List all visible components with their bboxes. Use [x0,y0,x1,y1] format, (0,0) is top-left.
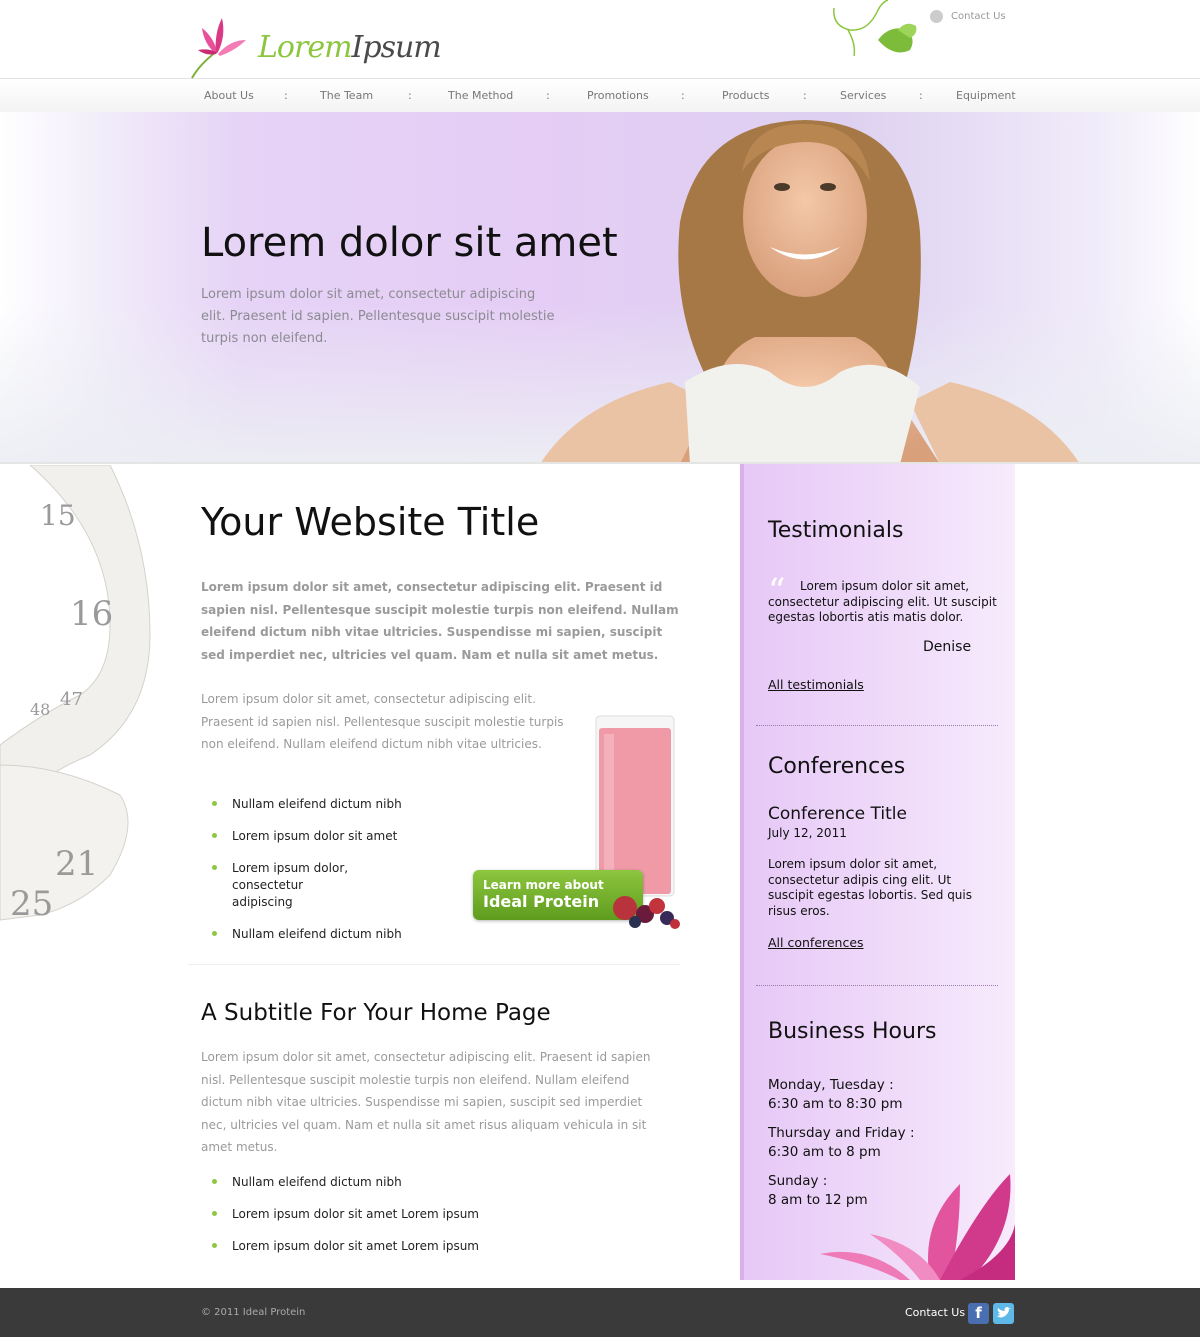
hours-row: Thursday and Friday : 6:30 am to 8 pm [768,1124,915,1162]
hours-row: Monday, Tuesday : 6:30 am to 8:30 pm [768,1076,903,1114]
contact-us-link[interactable]: Contact Us [930,10,1006,23]
contact-us-label: Contact Us [951,11,1006,22]
hero-title: Lorem dolor sit amet [201,220,618,266]
page-title: Your Website Title [201,500,540,544]
nav-separator: : [681,89,685,102]
logo-text: LoremIpsum [258,30,442,65]
facebook-icon[interactable]: f [968,1303,989,1324]
svg-text:47: 47 [60,689,83,710]
nav-item-the-method[interactable]: The Method [448,89,513,102]
sidebar-divider [756,725,998,726]
nav-item-about-us[interactable]: About Us [204,89,254,102]
svg-text:16: 16 [70,594,113,634]
hours-time: 6:30 am to 8:30 pm [768,1096,903,1112]
pink-flower-decoration [820,1174,1015,1280]
logo[interactable]: LoremIpsum [186,14,446,80]
list-item: Lorem ipsum dolor, consectetur adipiscin… [212,860,352,911]
list-item: Lorem ipsum dolor sit amet Lorem ipsum [212,1206,479,1223]
hero-banner: Lorem dolor sit amet Lorem ipsum dolor s… [0,112,1200,464]
testimonial-author: Denise [923,639,972,655]
business-hours-heading: Business Hours [768,1019,937,1044]
nav-item-promotions[interactable]: Promotions [587,89,649,102]
hero-woman-photo [541,120,1079,462]
list-item: Nullam eleifend dictum nibh [212,926,402,943]
nav-separator: : [408,89,412,102]
nav-item-equipment[interactable]: Equipment [956,89,1016,102]
conference-text: Lorem ipsum dolor sit amet, consectetur … [768,857,972,918]
hours-days: Monday, Tuesday : [768,1077,894,1093]
nav-item-services[interactable]: Services [840,89,886,102]
svg-text:15: 15 [40,499,76,532]
conference-title: Conference Title [768,804,907,824]
nav-separator: : [546,89,550,102]
all-conferences-link[interactable]: All conferences [768,935,864,950]
hours-days: Thursday and Friday : [768,1125,915,1141]
secondary-list: Nullam eleifend dictum nibh Lorem ipsum … [212,1174,479,1270]
contact-icon [930,10,943,23]
nav-separator: : [803,89,807,102]
sidebar: Testimonials “ Lorem ipsum dolor sit ame… [740,464,1015,1280]
conferences-heading: Conferences [768,754,906,779]
main-nav: About Us : The Team : The Method : Promo… [0,80,1200,112]
feature-list: Nullam eleifend dictum nibh Lorem ipsum … [212,796,402,943]
header: LoremIpsum Contact Us [0,0,1200,79]
testimonial-quote: Lorem ipsum dolor sit amet, consectetur … [768,579,997,624]
list-item: Lorem ipsum dolor sit amet [212,828,402,845]
berries-image [613,896,680,929]
all-testimonials-link[interactable]: All testimonials [768,677,864,692]
list-item: Lorem ipsum dolor sit amet Lorem ipsum [212,1238,479,1255]
list-item: Nullam eleifend dictum nibh [212,796,402,813]
copyright-text: © 2011 Ideal Protein [201,1307,306,1318]
hero-text: Lorem ipsum dolor sit amet, consectetur … [201,287,555,346]
intro-paragraph: Lorem ipsum dolor sit amet, consectetur … [201,580,679,662]
flower-logo-icon [191,18,246,79]
vine-leaf-icon [833,0,917,57]
section-subtitle: A Subtitle For Your Home Page [201,1000,551,1026]
sidebar-divider [756,985,998,986]
footer-contact-link[interactable]: Contact Us [905,1306,965,1319]
nav-item-the-team[interactable]: The Team [320,89,373,102]
conference-date: July 12, 2011 [768,826,847,840]
hours-time: 6:30 am to 8 pm [768,1144,881,1160]
list-item: Nullam eleifend dictum nibh [212,1174,479,1191]
nav-item-products[interactable]: Products [722,89,770,102]
body-paragraph: Lorem ipsum dolor sit amet, consectetur … [201,692,564,751]
section-paragraph: Lorem ipsum dolor sit amet, consectetur … [201,1050,651,1154]
twitter-icon[interactable] [993,1303,1014,1324]
nav-separator: : [919,89,923,102]
nav-separator: : [284,89,288,102]
svg-text:48: 48 [30,700,50,719]
svg-text:25: 25 [10,884,53,924]
logo-word-1: Lorem [258,30,353,65]
svg-text:21: 21 [55,844,98,884]
testimonials-heading: Testimonials [768,518,904,543]
section-divider [188,964,680,965]
footer: © 2011 Ideal Protein Contact Us f [0,1288,1200,1337]
logo-word-2: Ipsum [351,30,442,65]
measuring-tape-decoration: 15 16 47 48 21 25 [0,465,151,924]
